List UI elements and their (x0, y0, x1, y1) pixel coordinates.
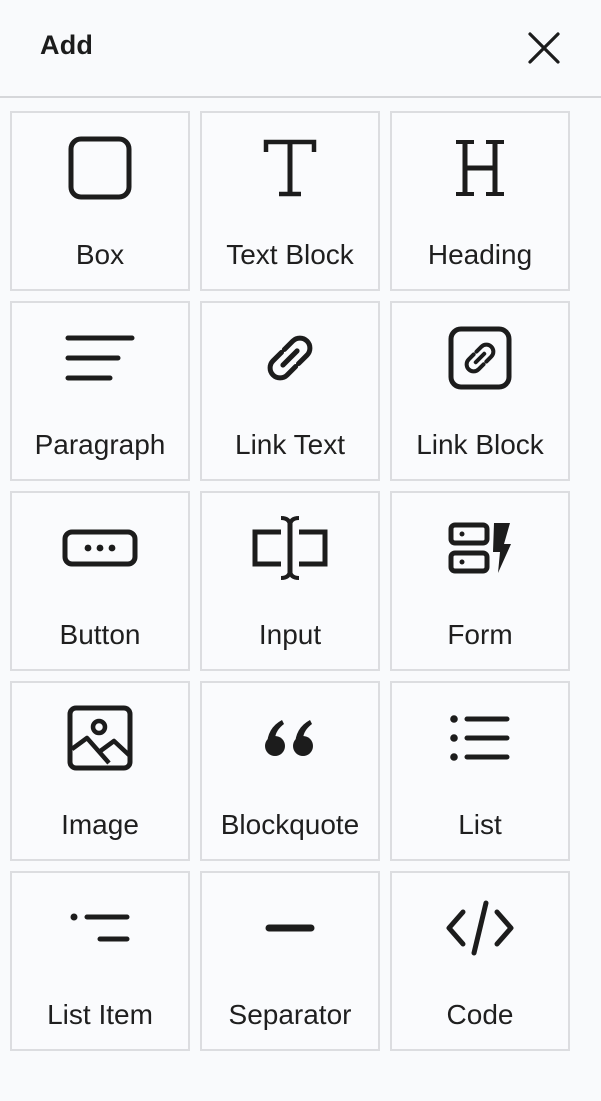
text-block-icon (202, 133, 378, 203)
block-label: Text Block (226, 239, 354, 270)
link-icon (202, 323, 378, 393)
block-label: Link Block (416, 429, 544, 460)
heading-icon (392, 133, 568, 203)
block-label: Input (258, 619, 322, 650)
block-input[interactable]: Input (200, 491, 380, 671)
panel-header: Add (0, 0, 601, 98)
block-label: Button (59, 619, 141, 650)
block-list-item[interactable]: List Item (10, 871, 190, 1051)
paragraph-icon (12, 323, 188, 393)
block-separator[interactable]: Separator (200, 871, 380, 1051)
block-image[interactable]: Image (10, 681, 190, 861)
input-icon (202, 513, 378, 583)
block-text-block[interactable]: Text Block (200, 111, 380, 291)
block-form[interactable]: Form (390, 491, 570, 671)
block-label: Separator (228, 999, 352, 1030)
block-list[interactable]: List (390, 681, 570, 861)
list-item-icon (12, 893, 188, 963)
block-blockquote[interactable]: Blockquote (200, 681, 380, 861)
code-icon (392, 893, 568, 963)
block-label: Code (446, 999, 514, 1030)
block-label: Link Text (235, 429, 345, 460)
button-icon (12, 513, 188, 583)
block-label: Blockquote (220, 809, 360, 840)
list-icon (392, 703, 568, 773)
close-button[interactable] (522, 26, 566, 70)
form-icon (392, 513, 568, 583)
image-icon (12, 703, 188, 773)
block-label: Form (447, 619, 513, 650)
block-label: Paragraph (34, 429, 166, 460)
block-button[interactable]: Button (10, 491, 190, 671)
block-grid: Box Text Block Heading Paragraph Link Te… (10, 111, 570, 1051)
block-label: Image (61, 809, 139, 840)
block-link-text[interactable]: Link Text (200, 301, 380, 481)
block-code[interactable]: Code (390, 871, 570, 1051)
separator-icon (202, 893, 378, 963)
block-label: List Item (47, 999, 153, 1030)
block-label: Box (75, 239, 125, 270)
link-block-icon (392, 323, 568, 393)
block-paragraph[interactable]: Paragraph (10, 301, 190, 481)
panel-title: Add (40, 30, 94, 60)
block-heading[interactable]: Heading (390, 111, 570, 291)
block-label: List (458, 809, 502, 840)
blockquote-icon (202, 703, 378, 773)
block-label: Heading (427, 239, 533, 270)
block-box[interactable]: Box (10, 111, 190, 291)
close-icon (527, 31, 561, 65)
block-link-block[interactable]: Link Block (390, 301, 570, 481)
box-icon (12, 133, 188, 203)
add-panel: Add Box Text Block Heading Paragraph Lin… (0, 0, 601, 1101)
